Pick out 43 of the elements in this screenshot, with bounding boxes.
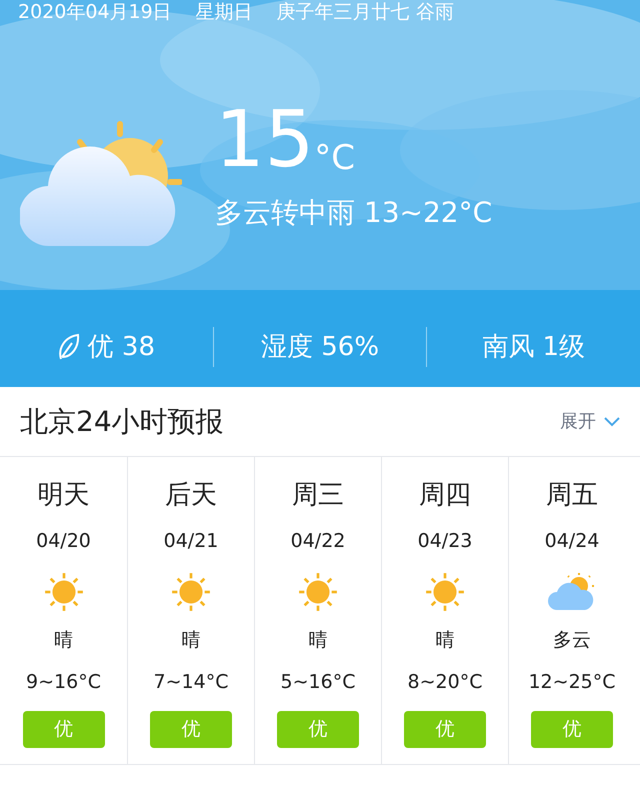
sun-icon	[42, 570, 84, 612]
chevron-icon	[604, 416, 620, 426]
air-quality-badge: 优	[404, 710, 486, 748]
stat-text: 湿度 56%	[260, 330, 380, 364]
day-label: 周三	[292, 479, 344, 512]
stat-text: 南风 1级	[482, 330, 586, 364]
temperature-range: 8~20°C	[408, 670, 482, 695]
temperature-text: 15	[215, 100, 314, 180]
date-text: 04/23	[418, 529, 472, 554]
forecast-title: 北京24小时预报	[20, 404, 224, 440]
sun-behind-cloud-icon	[547, 572, 597, 612]
stat-text: 优 38	[88, 330, 156, 364]
day-label: 后天	[165, 479, 217, 512]
air-quality-badge: 优	[531, 710, 613, 748]
lunar-date-text: 庚子年三月廿七 谷雨	[276, 1, 454, 23]
sun-icon	[297, 570, 339, 612]
weekday-text: 星期日	[196, 1, 253, 23]
sun-icon	[424, 570, 466, 612]
date-text: 04/21	[164, 529, 218, 554]
date-text: 04/20	[36, 529, 91, 554]
condition-text: 晴	[182, 628, 200, 652]
condition-text: 晴	[436, 628, 454, 652]
expand-button[interactable]: 展开	[560, 408, 620, 435]
temperature-range: 9~16°C	[26, 670, 101, 695]
leaf-icon	[58, 333, 80, 361]
condition-text: 多云转中雨 13~22°C	[215, 195, 492, 231]
day-label: 周五	[546, 479, 598, 512]
temperature-range: 12~25°C	[528, 670, 616, 695]
day-label: 周四	[419, 479, 471, 512]
condition-text: 晴	[54, 628, 73, 652]
day-label: 明天	[38, 479, 90, 512]
date-text: 04/24	[544, 529, 600, 554]
unit-text: °C	[314, 138, 356, 178]
air-quality-badge: 优	[277, 710, 359, 748]
temperature-range: 7~14°C	[154, 670, 228, 695]
sun-icon	[170, 570, 212, 612]
date-text: 04/22	[290, 529, 346, 554]
air-quality-badge: 优	[150, 710, 232, 748]
condition-text: 多云	[553, 628, 591, 652]
date-text: 2020年04月19日	[18, 1, 172, 23]
air-quality-badge: 优	[22, 710, 104, 748]
temperature-range: 5~16°C	[280, 670, 356, 695]
condition-text: 晴	[308, 628, 328, 652]
